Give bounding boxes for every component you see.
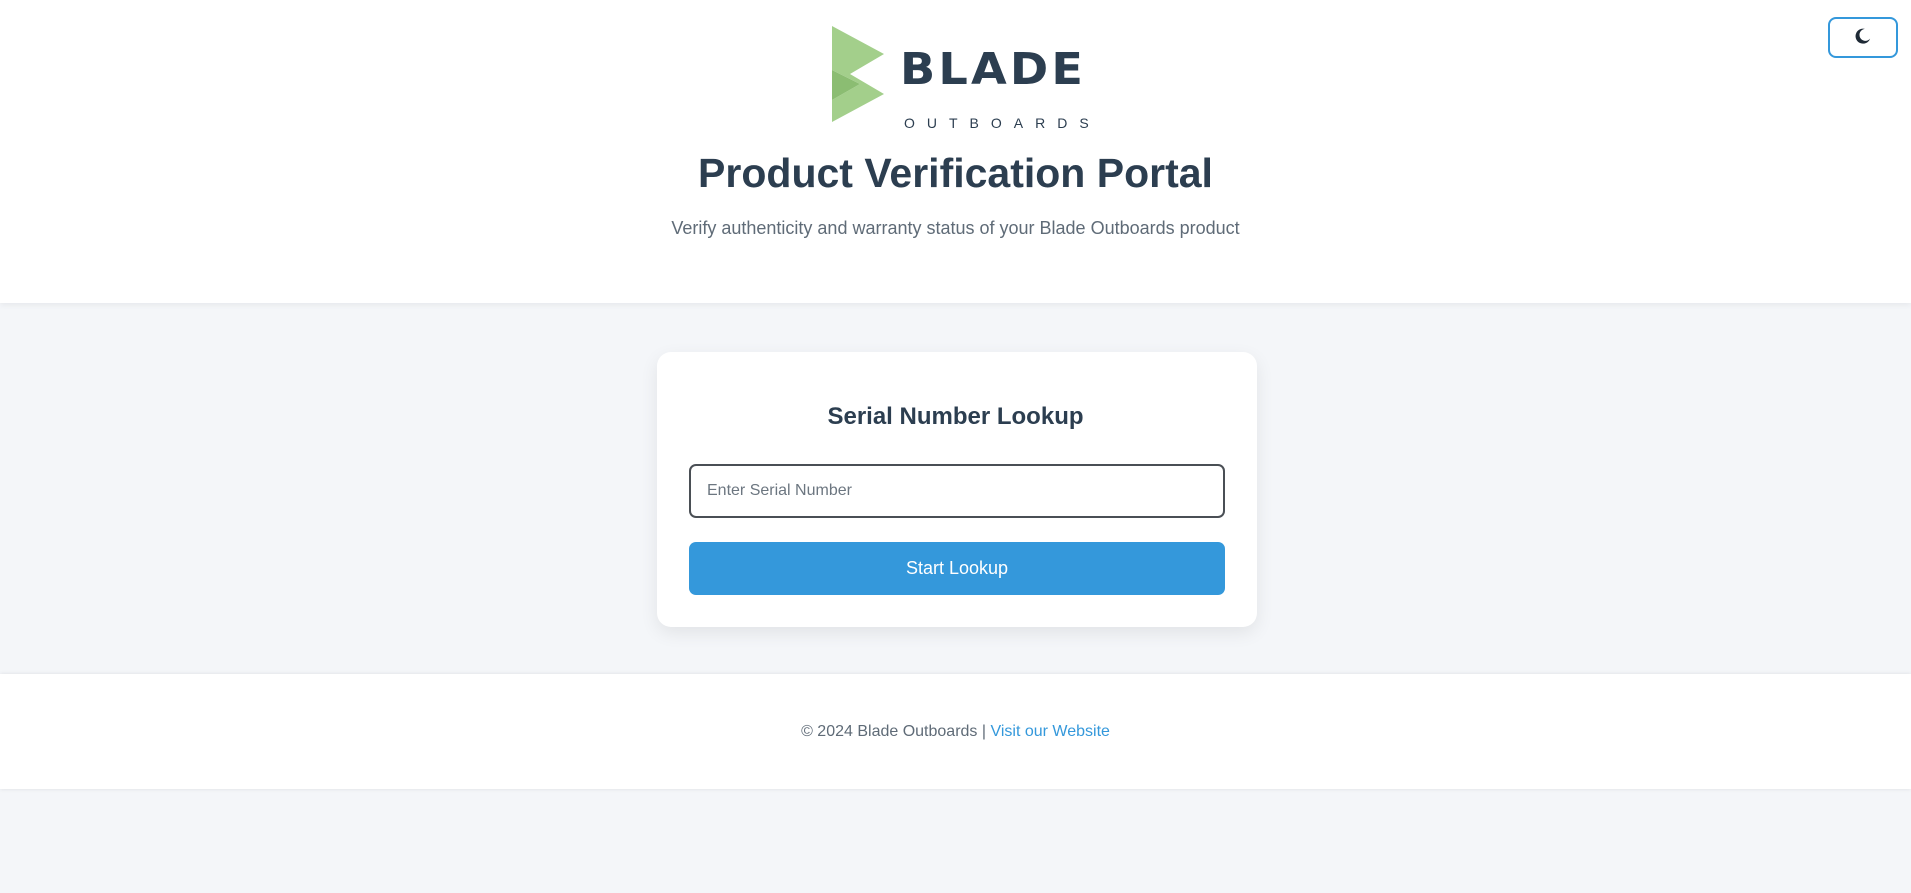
logo-wordmark: BLADE (900, 44, 1087, 95)
footer-text: © 2024 Blade Outboards | Visit our Websi… (0, 723, 1911, 741)
start-lookup-button[interactable]: Start Lookup (689, 542, 1225, 595)
blade-outboards-logo: BLADE OUTBOARDS (830, 26, 1089, 130)
lookup-card-title: Serial Number Lookup (827, 403, 1084, 430)
page-subtitle: Verify authenticity and warranty status … (671, 218, 1240, 238)
logo-subword: OUTBOARDS (904, 115, 1101, 131)
theme-toggle-button[interactable] (1828, 17, 1898, 58)
page-title: Product Verification Portal (698, 150, 1213, 196)
logo-mark-icon (832, 26, 884, 122)
moon-icon (1854, 27, 1872, 48)
footer-copyright: © 2024 Blade Outboards | (801, 723, 987, 740)
page-header: BLADE OUTBOARDS Product Verification Por… (0, 0, 1911, 303)
serial-number-input[interactable] (689, 464, 1225, 518)
visit-website-link[interactable]: Visit our Website (990, 723, 1109, 740)
